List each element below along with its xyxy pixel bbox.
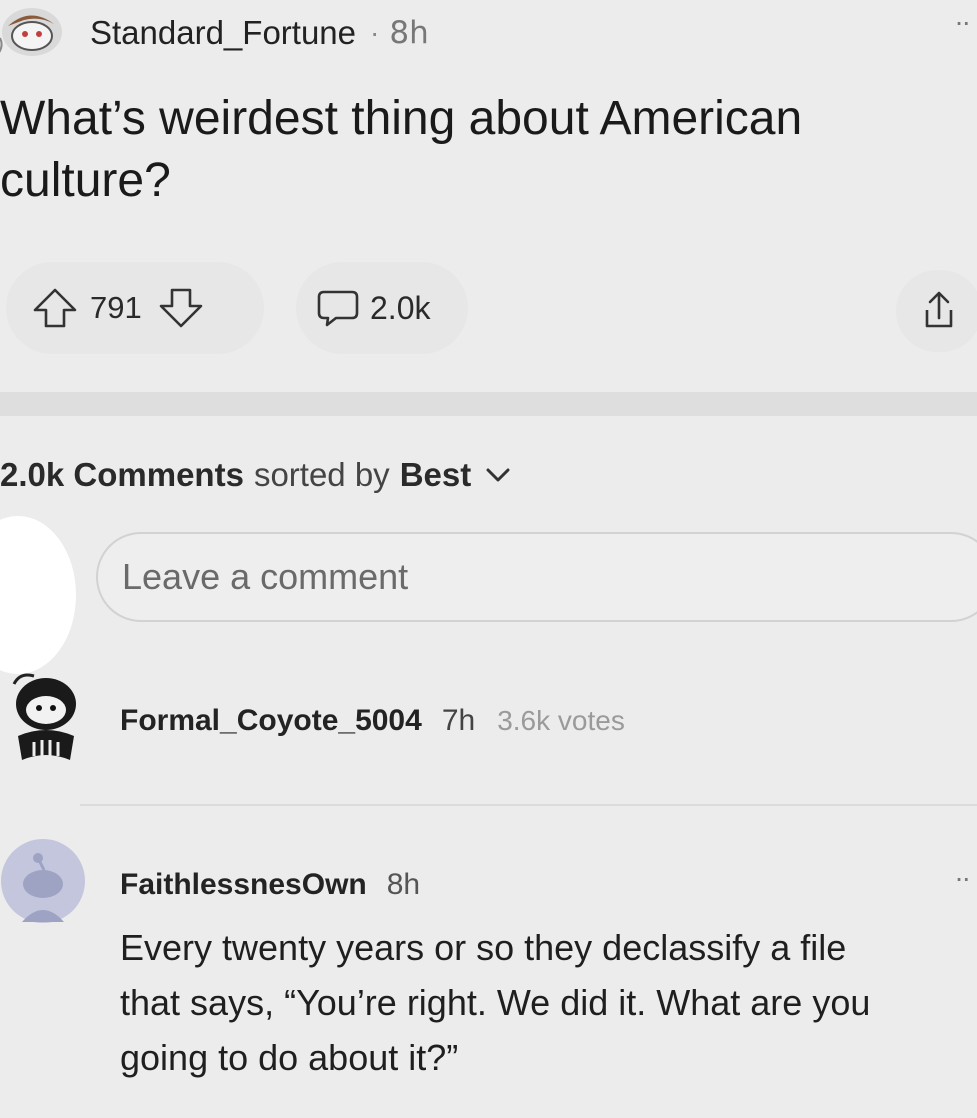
comment-meta: FaithlessnesOwn 8h	[120, 862, 420, 908]
comment-time: 7h	[441, 704, 476, 737]
comment-sort-control[interactable]: 2.0k Comments sorted by Best	[0, 452, 511, 498]
downvote-button[interactable]	[156, 286, 206, 330]
sort-chevron-wrap	[485, 465, 511, 485]
arrow-down-outline-icon	[159, 288, 203, 328]
share-button[interactable]	[896, 270, 977, 352]
post-title: What’s weirdest thing about American cul…	[0, 92, 803, 207]
current-user-avatar	[0, 516, 76, 674]
post-overflow-menu-icon[interactable]: ··	[954, 6, 971, 38]
comment-body-line: that says, “You’re right. We did it. Wha…	[120, 982, 871, 1023]
snoo-avatar-icon	[0, 8, 62, 56]
meta-separator: ·	[370, 17, 380, 48]
vote-control: 791	[6, 262, 264, 354]
comment-overflow-menu-icon[interactable]: ··	[954, 862, 971, 894]
post-meta: Standard_Fortune · 8h	[90, 8, 429, 58]
arrow-up-outline-icon	[33, 288, 77, 328]
comment-body: Every twenty years or so they declassify…	[120, 920, 977, 1085]
leave-comment-input[interactable]	[96, 532, 977, 622]
comments-button[interactable]: 2.0k	[296, 262, 468, 354]
chevron-down-icon	[486, 468, 510, 482]
comment-total: 2.0k Comments	[0, 456, 244, 493]
comment-author-name[interactable]: Formal_Coyote_5004	[120, 704, 422, 738]
comment-author-avatar[interactable]	[4, 666, 84, 766]
comment-body-line: going to do about it?”	[120, 1037, 459, 1078]
sort-label: sorted by	[253, 456, 390, 493]
comment-count: 2.0k	[370, 289, 431, 326]
comment-author-avatar[interactable]	[0, 838, 86, 924]
comment-divider	[80, 804, 977, 806]
comment-icon-wrap	[316, 288, 360, 328]
post-time: 8h	[389, 15, 429, 51]
snoo-avatar-icon	[12, 673, 76, 760]
sort-value: Best	[399, 456, 472, 493]
upvote-button[interactable]	[30, 286, 80, 330]
post-author-name[interactable]: Standard_Fortune	[90, 14, 356, 52]
vote-score: 791	[90, 290, 142, 325]
share-icon	[925, 291, 953, 328]
post-author-avatar[interactable]	[0, 2, 68, 60]
comment-author-name[interactable]: FaithlessnesOwn	[120, 868, 367, 902]
speech-bubble-icon	[317, 290, 359, 327]
comment-meta: Formal_Coyote_5004 7h 3.6k votes	[120, 698, 625, 744]
default-snoo-avatar-icon	[1, 839, 85, 923]
section-divider	[0, 392, 977, 416]
comment-body-line: Every twenty years or so they declassify…	[120, 927, 847, 968]
comment-votes: 3.6k votes	[497, 705, 625, 736]
comment-time: 8h	[386, 868, 421, 901]
